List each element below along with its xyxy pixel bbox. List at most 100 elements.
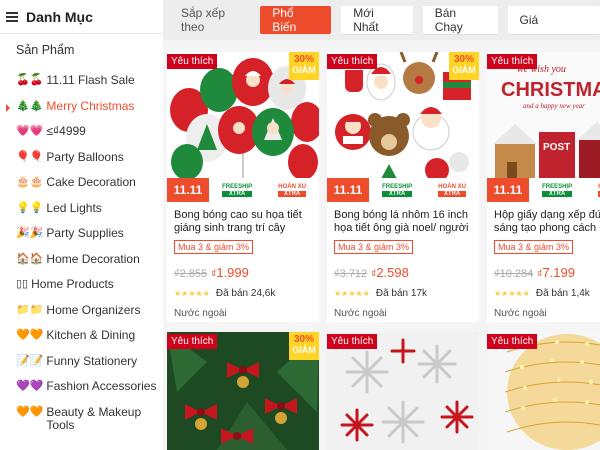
product-card[interactable]: Yêu thích 30% GIẢM 11.11 FREESHIP XTRA HOÀ… [167, 52, 319, 322]
party-popper-icon: 🎉🎉 [16, 227, 44, 239]
home-icon: 🏠🏠 [16, 252, 44, 265]
box-icon: ▯▯ [16, 278, 29, 290]
discount-percent: 30% [293, 334, 314, 345]
category-label: Led Lights [46, 200, 102, 215]
active-arrow-icon [6, 103, 10, 112]
balloon-icon: 🎈🎈 [16, 150, 44, 163]
sort-price-select[interactable]: Giá [507, 6, 600, 34]
product-info: Bong bóng lá nhôm 16 inch họa tiết ông g… [327, 202, 479, 322]
rating-row: ★★★★★ Đã bán 24,6k [174, 288, 312, 299]
snowflakes-image [340, 338, 474, 444]
heart-icon: 🧡🧡 [16, 329, 44, 341]
category-label: Home Decoration [46, 251, 140, 266]
category-root[interactable]: Sản Phẩm [0, 42, 163, 70]
sold-count: Đã bán 17k [375, 288, 428, 299]
cashback-chip: HOÀN XUXTRA [278, 183, 306, 197]
category-list: Sản Phẩm 🍒🍒 11.11 Flash Sale 🎄🎄 Merry Chri… [0, 34, 163, 436]
product-name[interactable]: Hộp giấy dạng xếp đứng sáng tạo phong cá… [494, 209, 600, 235]
product-card[interactable]: Yêu thích 30% GIẢM 11.11 FREESHIP XTRA HOÀ… [327, 52, 479, 322]
product-card[interactable]: Yêu thích [487, 332, 600, 450]
category-item-led-lights[interactable]: 💡💡 Led Lights [0, 198, 163, 224]
original-price: ₫2.855 [174, 268, 208, 280]
category-item-flash-sale[interactable]: 🍒🍒 11.11 Flash Sale [0, 70, 163, 96]
product-card[interactable]: Yêu thích [327, 332, 479, 450]
star-rating-icon: ★★★★★ [174, 289, 210, 298]
discount-percent: 30% [453, 54, 474, 65]
sort-newest-button[interactable]: Mới Nhất [341, 6, 413, 34]
category-item-funny-stationery[interactable]: 📝📝 Funny Stationery [0, 351, 163, 377]
original-price: ₫10.284 [494, 268, 534, 280]
category-item-home-decoration[interactable]: 🏠🏠 Home Decoration [0, 249, 163, 275]
product-name[interactable]: Bong bóng lá nhôm 16 inch họa tiết ông g… [334, 209, 472, 235]
sale-label: 11.11 [167, 178, 209, 202]
sold-count: Đã bán 1,4k [535, 288, 590, 299]
freeship-chip: FREESHIP XTRA [222, 183, 253, 197]
category-sidebar: Danh Mục Sản Phẩm 🍒🍒 11.11 Flash Sale 🎄🎄 M… [0, 0, 163, 450]
price-row: ₫3.712 ₫2.598 [334, 265, 472, 280]
product-origin: Nước ngoài [494, 308, 547, 319]
category-item-party-balloons[interactable]: 🎈🎈 Party Balloons [0, 147, 163, 173]
category-item-under-4999[interactable]: 💗💗 ≤₫4999 [0, 121, 163, 147]
discount-word: GIẢM [292, 65, 316, 75]
art-caption-bottom: and a happy new year [523, 102, 585, 110]
product-image[interactable]: Yêu thích 30% GIẢM [167, 332, 319, 450]
category-label: Cake Decoration [46, 175, 136, 189]
product-card[interactable]: we wish you CHRISTMAS and a happy new ye… [487, 52, 600, 322]
category-item-fashion-accessories[interactable]: 💜💜 Fashion Accessories [0, 376, 163, 402]
sidebar-header: Danh Mục [0, 0, 163, 34]
promo-chips: FREESHIPXTRA HOÀN XUXTRA [209, 178, 319, 202]
cashback-chip: HOÀN XUXTRA [438, 183, 466, 197]
fairy-lights-image [504, 334, 600, 450]
category-item-beauty-makeup[interactable]: 🧡🧡 Beauty & Makeup Tools [0, 402, 163, 436]
promo-chips: FREESHIPXTRA HOÀN XUXTRA [529, 178, 600, 202]
original-price: ₫3.712 [334, 268, 368, 280]
product-origin: Nước ngoài [174, 308, 227, 319]
sale-label: 11.11 [327, 178, 369, 202]
sort-bestseller-button[interactable]: Bán Chạy [422, 6, 498, 34]
star-rating-icon: ★★★★★ [334, 289, 370, 298]
category-label: Home Products [31, 277, 114, 291]
category-item-party-supplies[interactable]: 🎉🎉 Party Supplies [0, 223, 163, 249]
category-item-home-products[interactable]: ▯▯ Home Products [0, 274, 163, 300]
category-label: 11.11 Flash Sale [46, 73, 135, 87]
discount-badge: 30% GIẢM [449, 52, 479, 80]
category-label: Party Balloons [46, 149, 124, 164]
freeship-chip: FREESHIP XTRA [542, 183, 573, 197]
product-card[interactable]: Yêu thích 30% GIẢM [167, 332, 319, 450]
category-item-merry-christmas[interactable]: 🎄🎄 Merry Christmas [0, 96, 163, 122]
product-image[interactable]: Yêu thích [487, 332, 600, 450]
promo-strip: 11.11 FREESHIPXTRA HOÀN XUXTRA [327, 178, 479, 202]
discount-badge: 30% GIẢM [289, 52, 319, 80]
promo-tag: Mua 3 & giảm 3% [174, 240, 254, 254]
category-item-cake-decoration[interactable]: 🎂🎂 Cake Decoration [0, 172, 163, 198]
promo-chips: FREESHIPXTRA HOÀN XUXTRA [369, 178, 479, 202]
product-info: Hộp giấy dạng xếp đứng sáng tạo phong cá… [487, 202, 600, 322]
light-bulb-icon: 💡💡 [16, 201, 44, 214]
favorite-badge: Yêu thích [167, 334, 218, 349]
category-item-home-organizers[interactable]: 📁📁 Home Organizers [0, 300, 163, 326]
rating-row: ★★★★★ Đã bán 17k [334, 288, 472, 299]
sort-popular-button[interactable]: Phổ Biến [260, 6, 332, 34]
product-image[interactable]: Yêu thích 30% GIẢM 11.11 FREESHIP XTRA HOÀ… [167, 52, 319, 202]
sort-label: Sắp xếp theo [181, 6, 226, 34]
price-row: ₫2.855 ₫1.999 [174, 265, 312, 280]
product-name[interactable]: Bong bóng cao su họa tiết giáng sinh tra… [174, 209, 312, 235]
category-label: Home Organizers [46, 302, 141, 317]
heart-icon: 💜💜 [16, 380, 44, 392]
sold-count: Đã bán 24,6k [215, 288, 276, 299]
product-image[interactable]: we wish you CHRISTMAS and a happy new ye… [487, 52, 600, 202]
sale-price: ₫7.199 [537, 265, 575, 280]
product-image[interactable]: Yêu thích 30% GIẢM 11.11 FREESHIP XTRA HOÀ… [327, 52, 479, 202]
category-label: Kitchen & Dining [46, 328, 136, 342]
favorite-badge: Yêu thích [327, 334, 378, 349]
art-caption-main: CHRISTMAS [501, 79, 600, 101]
product-image[interactable]: Yêu thích [327, 332, 479, 450]
category-label: Party Supplies [46, 226, 124, 240]
sale-label: 11.11 [487, 178, 529, 202]
favorite-badge: Yêu thích [327, 54, 378, 69]
folder-icon: 📁📁 [16, 303, 44, 316]
list-icon [6, 11, 18, 22]
favorite-badge: Yêu thích [487, 334, 538, 349]
category-item-kitchen-dining[interactable]: 🧡🧡 Kitchen & Dining [0, 325, 163, 351]
promo-strip: 11.11 FREESHIPXTRA HOÀN XUXTRA [487, 178, 600, 202]
